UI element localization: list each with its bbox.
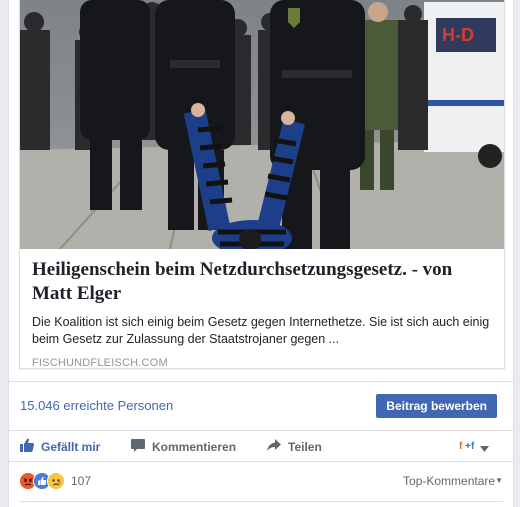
share-arrow-icon	[266, 437, 282, 456]
action-bar: Gefällt mir Kommentieren Teilen f + f	[9, 430, 513, 462]
like-label: Gefällt mir	[41, 439, 101, 454]
thumbs-up-icon	[19, 437, 35, 456]
reach-count-link[interactable]: 15.046 erreichte Personen	[20, 398, 173, 413]
article-photo-graphic: H-D	[20, 0, 504, 249]
reach-bar: 15.046 erreichte Personen Beitrag bewerb…	[9, 381, 513, 431]
sad-icon	[47, 472, 65, 490]
reaction-count[interactable]: 107	[71, 474, 91, 488]
svg-text:f: f	[459, 441, 463, 452]
comment-sort-label: Top-Kommentare	[403, 474, 496, 488]
divider	[19, 501, 503, 502]
audience-selector[interactable]: f + f	[459, 438, 489, 457]
page-avatar-icon: f + f	[459, 438, 477, 457]
link-preview[interactable]: H-D Heiligenschein beim Netzdurchsetzung…	[19, 0, 505, 369]
comment-button[interactable]: Kommentieren	[130, 437, 236, 456]
van-lettering: H-D	[442, 25, 474, 45]
article-photo[interactable]: H-D	[20, 0, 504, 249]
reaction-icons[interactable]	[19, 472, 65, 490]
share-label: Teilen	[288, 439, 322, 454]
boost-post-button[interactable]: Beitrag bewerben	[376, 394, 497, 418]
svg-text:f: f	[471, 441, 475, 452]
article-headline[interactable]: Heiligenschein beim Netzdurchsetzungsges…	[32, 258, 494, 306]
chevron-down-icon	[480, 439, 489, 457]
comment-sort-dropdown[interactable]: Top-Kommentare▼	[403, 474, 503, 488]
post-card: H-D Heiligenschein beim Netzdurchsetzung…	[8, 0, 514, 507]
article-domain: FISCHUNDFLEISCH.COM	[32, 357, 168, 369]
comment-label: Kommentieren	[152, 439, 237, 454]
reactions-bar: 107 Top-Kommentare▼	[9, 462, 513, 502]
link-text-block: Heiligenschein beim Netzdurchsetzungsges…	[32, 258, 494, 369]
share-button[interactable]: Teilen	[266, 437, 322, 456]
caret-down-icon: ▼	[495, 476, 503, 485]
article-description: Die Koalition ist sich einig beim Gesetz…	[32, 315, 490, 346]
like-button[interactable]: Gefällt mir	[19, 437, 100, 456]
comment-icon	[130, 437, 146, 456]
